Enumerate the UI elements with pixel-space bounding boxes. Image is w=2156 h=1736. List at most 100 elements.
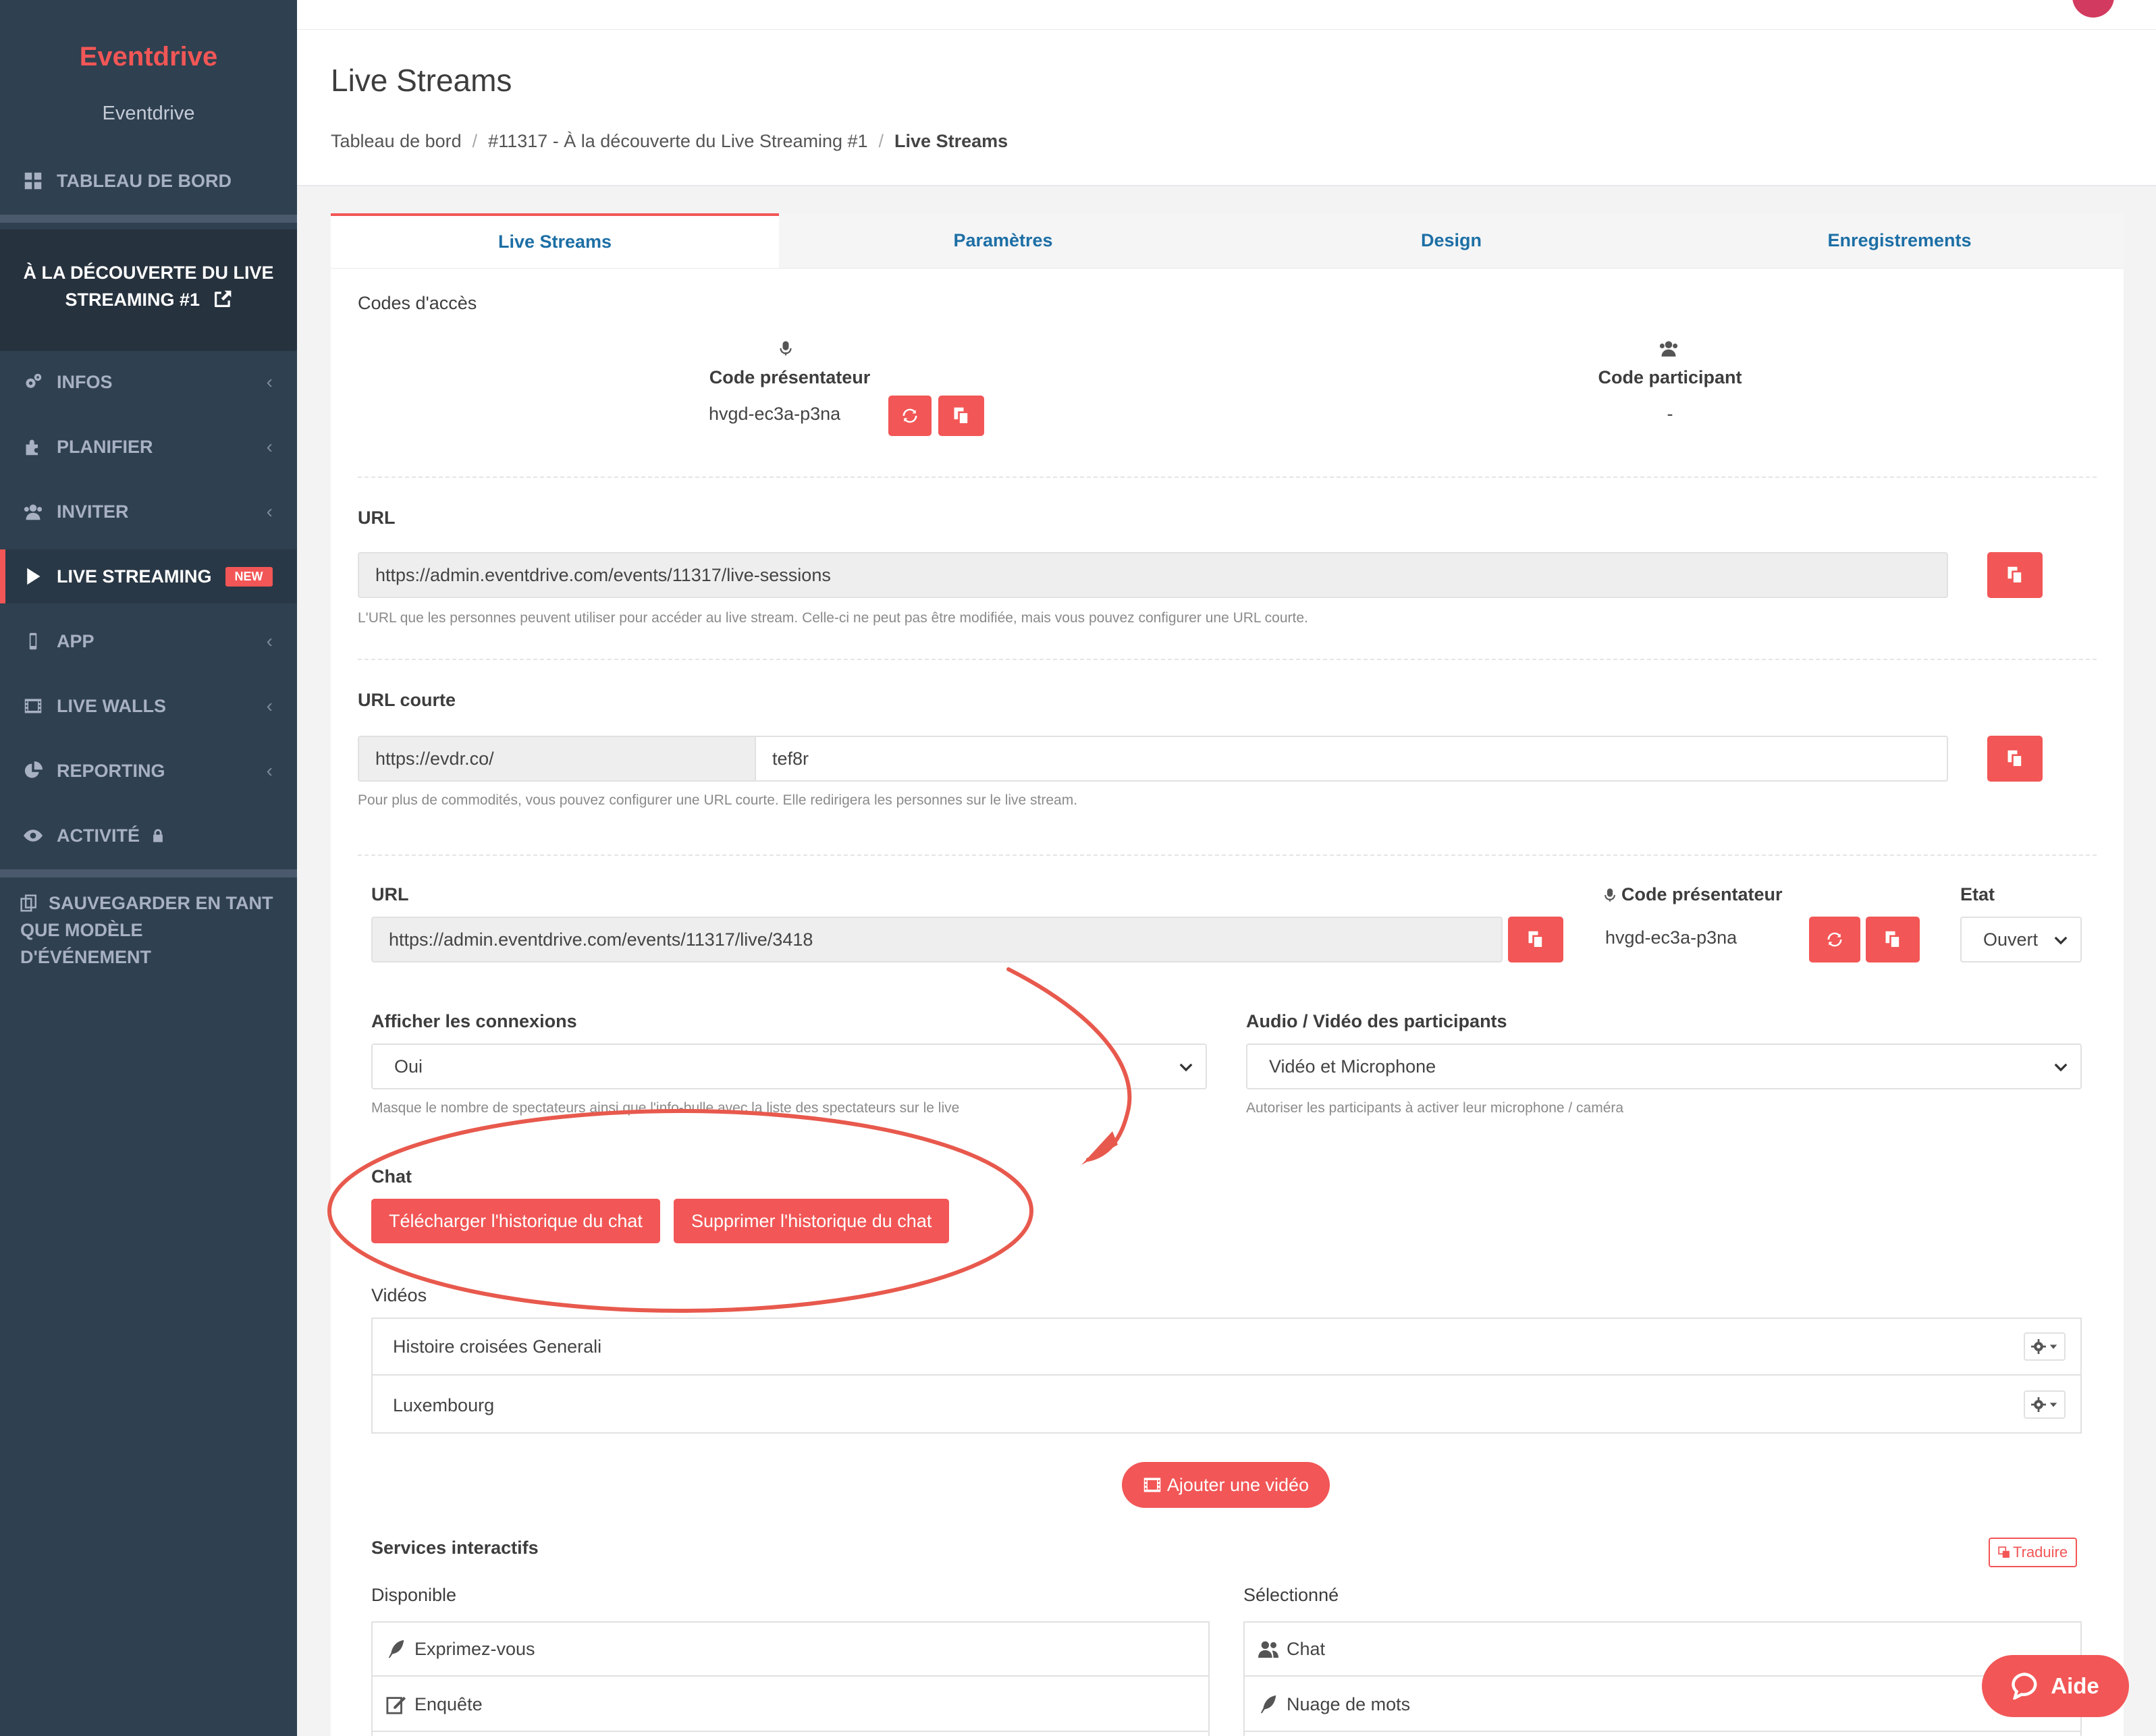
stream-url-field[interactable]: https://admin.eventdrive.com/events/1131…	[371, 917, 1503, 962]
presenter-code-label: Code présentateur	[709, 367, 871, 387]
breadcrumb-current: Live Streams	[894, 131, 1008, 151]
caret-down-icon	[2049, 1403, 2057, 1407]
sidebar-item-label: LIVE STREAMING	[57, 566, 212, 587]
sidebar-item-live-streaming[interactable]: LIVE STREAMING NEW	[0, 549, 297, 603]
save-template-label: SAUVEGARDER EN TANT	[49, 893, 273, 913]
state-label: Etat	[1960, 884, 1995, 904]
show-connections-label: Afficher les connexions	[371, 1011, 577, 1031]
sidebar-item-label: ACTIVITÉ	[57, 825, 140, 846]
caret-down-icon	[2049, 1345, 2057, 1349]
sidebar-item-dashboard[interactable]: TABLEAU DE BORD	[0, 154, 297, 208]
sidebar-item-label: REPORTING	[57, 760, 165, 781]
refresh-icon	[1827, 932, 1842, 947]
list-item: Histoire croisées Generali	[373, 1319, 2080, 1376]
delete-chat-history-button[interactable]: Supprimer l'historique du chat	[674, 1199, 950, 1243]
video-options-button[interactable]	[2024, 1390, 2066, 1419]
regenerate-stream-code-button[interactable]	[1809, 917, 1860, 962]
copy-short-url-button[interactable]	[1987, 736, 2043, 782]
translate-button[interactable]: Traduire	[1989, 1538, 2078, 1567]
sidebar-item-reporting[interactable]: REPORTING ‹	[0, 744, 297, 798]
tab-live-streams[interactable]: Live Streams	[331, 213, 779, 268]
chevron-down-icon	[2054, 936, 2068, 945]
tab-parametres[interactable]: Paramètres	[779, 213, 1227, 268]
available-label: Disponible	[371, 1585, 457, 1605]
url-help-text: L'URL que les personnes peuvent utiliser…	[358, 610, 1308, 626]
sidebar-divider	[0, 215, 297, 223]
copy-code-button[interactable]	[938, 396, 984, 436]
copy-stream-code-button[interactable]	[1866, 917, 1920, 962]
mobile-icon	[20, 628, 46, 654]
list-item[interactable]: Enquête	[373, 1678, 1208, 1732]
access-codes-title: Codes d'accès	[358, 293, 477, 313]
brand-logo[interactable]: Eventdrive	[0, 42, 297, 72]
service-label: Exprimez-vous	[414, 1638, 535, 1659]
chevron-left-icon: ‹	[266, 501, 273, 522]
sidebar-item-planifier[interactable]: PLANIFIER ‹	[0, 420, 297, 474]
download-chat-history-button[interactable]: Télécharger l'historique du chat	[371, 1199, 660, 1243]
help-button[interactable]: Aide	[1982, 1655, 2129, 1717]
sidebar-item-activite[interactable]: ACTIVITÉ	[0, 809, 297, 863]
sidebar-event-title[interactable]: À LA DÉCOUVERTE DU LIVE STREAMING #1	[0, 229, 297, 351]
copy-icon	[1885, 931, 1901, 949]
add-video-button[interactable]: Ajouter une vidéo	[1122, 1462, 1330, 1508]
copy-stream-url-button[interactable]	[1508, 917, 1563, 962]
sidebar-item-inviter[interactable]: INVITER ‹	[0, 485, 297, 539]
show-connections-select[interactable]: Oui	[371, 1043, 1207, 1089]
tab-design[interactable]: Design	[1227, 213, 1675, 268]
regenerate-code-button[interactable]	[888, 396, 932, 436]
event-url-field[interactable]: https://admin.eventdrive.com/events/1131…	[358, 552, 1948, 598]
breadcrumb-link[interactable]: #11317 - À la découverte du Live Streami…	[488, 131, 867, 151]
sidebar-item-label: APP	[57, 630, 95, 651]
feather-icon	[1260, 1695, 1276, 1714]
list-item[interactable]: Exprimez-vous	[373, 1623, 1208, 1677]
sidebar-item-label: INFOS	[57, 371, 113, 392]
sidebar-item-app[interactable]: APP ‹	[0, 614, 297, 668]
page-header: Live Streams Tableau de bord / #11317 - À …	[297, 30, 2156, 186]
videos-label: Vidéos	[371, 1285, 427, 1305]
breadcrumb: Tableau de bord / #11317 - À la découverte…	[331, 131, 1008, 151]
top-navbar	[297, 0, 2156, 30]
divider	[358, 659, 2097, 660]
chevron-left-icon: ‹	[266, 436, 273, 457]
short-url-prefix: https://evdr.co/	[358, 736, 756, 782]
stream-url-label: URL	[371, 884, 409, 904]
sidebar-divider	[0, 869, 297, 877]
chevron-down-icon	[2054, 1063, 2068, 1072]
page-title: Live Streams	[331, 63, 512, 98]
event-title-line: À LA DÉCOUVERTE DU LIVE	[23, 263, 274, 283]
video-title: Histoire croisées Generali	[393, 1336, 602, 1357]
add-video-label: Ajouter une vidéo	[1166, 1474, 1310, 1495]
chevron-down-icon	[1179, 1063, 1193, 1072]
feather-icon	[388, 1639, 404, 1658]
videos-list: Histoire croisées Generali Luxembourg	[371, 1318, 2082, 1434]
available-services-list: Exprimez-vous Enquête	[371, 1621, 1210, 1736]
edit-icon	[386, 1696, 406, 1714]
external-link-icon[interactable]	[214, 288, 232, 315]
list-item[interactable]: Nuage de mots	[1245, 1678, 2080, 1732]
sidebar-item-live-walls[interactable]: LIVE WALLS ‹	[0, 679, 297, 733]
video-options-button[interactable]	[2024, 1332, 2066, 1361]
av-select[interactable]: Vidéo et Microphone	[1246, 1043, 2082, 1089]
service-label: Chat	[1287, 1638, 1326, 1659]
show-connections-value: Oui	[394, 1056, 423, 1077]
refresh-icon	[902, 408, 917, 423]
copy-url-button[interactable]	[1987, 552, 2043, 598]
show-connections-help: Masque le nombre de spectateurs ainsi qu…	[371, 1100, 960, 1116]
users-icon	[1658, 339, 1682, 361]
user-avatar[interactable]	[2072, 0, 2114, 18]
sidebar-item-infos[interactable]: INFOS ‹	[0, 355, 297, 409]
tab-enregistrements[interactable]: Enregistrements	[1675, 213, 2124, 268]
breadcrumb-link[interactable]: Tableau de bord	[331, 131, 462, 151]
short-url-input[interactable]: tef8r	[755, 736, 1948, 782]
lock-icon	[151, 828, 165, 843]
microphone-icon	[778, 339, 798, 361]
save-as-template-button[interactable]: SAUVEGARDER EN TANT QUE MODÈLE D'ÉVÉNEME…	[0, 890, 297, 971]
chat-bubble-icon	[2012, 1673, 2037, 1700]
participant-code-label: Code participant	[1598, 367, 1742, 387]
selected-label: Sélectionné	[1243, 1585, 1339, 1605]
chevron-left-icon: ‹	[266, 371, 273, 392]
state-select[interactable]: Ouvert	[1960, 917, 2082, 962]
copy-icon	[2007, 566, 2023, 585]
list-item[interactable]: Chat	[1245, 1623, 2080, 1677]
grid-icon	[20, 168, 46, 194]
